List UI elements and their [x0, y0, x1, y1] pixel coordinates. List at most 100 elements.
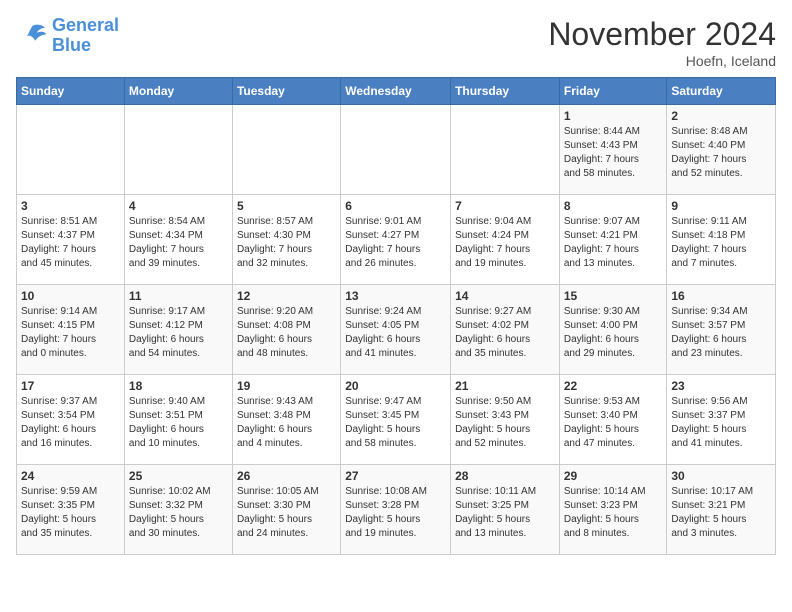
week-row-3: 17Sunrise: 9:37 AM Sunset: 3:54 PM Dayli… [17, 375, 776, 465]
calendar-cell: 25Sunrise: 10:02 AM Sunset: 3:32 PM Dayl… [124, 465, 232, 555]
calendar-cell: 27 Sunrise: 10:08 AM Sunset: 3:28 PM Dayl… [341, 465, 451, 555]
day-number: 5 [237, 199, 336, 213]
day-number: 17 [21, 379, 120, 393]
calendar-cell: 14Sunrise: 9:27 AM Sunset: 4:02 PM Dayli… [451, 285, 560, 375]
day-info: Sunrise: 9:56 AM Sunset: 3:37 PM Dayligh… [671, 395, 771, 451]
day-number: 8 [564, 199, 663, 213]
day-number: 22 [564, 379, 663, 393]
day-number: 29 [564, 469, 663, 483]
day-number: 9 [671, 199, 771, 213]
calendar-cell: 11 Sunrise: 9:17 AM Sunset: 4:12 PM Dayli… [124, 285, 232, 375]
week-row-2: 10Sunrise: 9:14 AM Sunset: 4:15 PM Dayli… [17, 285, 776, 375]
weekday-header-thursday: Thursday [451, 78, 560, 105]
day-number: 15 [564, 289, 663, 303]
weekday-header-friday: Friday [559, 78, 667, 105]
day-info: Sunrise: 9:17 AM Sunset: 4:12 PM Dayligh… [129, 305, 228, 361]
calendar-cell: 21 Sunrise: 9:50 AM Sunset: 3:43 PM Dayli… [451, 375, 560, 465]
day-info: Sunrise: 9:01 AM Sunset: 4:27 PM Dayligh… [345, 215, 446, 271]
day-number: 12 [237, 289, 336, 303]
weekday-header-wednesday: Wednesday [341, 78, 451, 105]
calendar-cell: 8 Sunrise: 9:07 AM Sunset: 4:21 PM Daylig… [559, 195, 667, 285]
calendar-cell: 9 Sunrise: 9:11 AM Sunset: 4:18 PM Daylig… [667, 195, 776, 285]
calendar-cell: 5 Sunrise: 8:57 AM Sunset: 4:30 PM Daylig… [232, 195, 340, 285]
calendar-cell: 1 Sunrise: 8:44 AM Sunset: 4:43 PM Daylig… [559, 105, 667, 195]
calendar-cell: 2 Sunrise: 8:48 AM Sunset: 4:40 PM Daylig… [667, 105, 776, 195]
day-number: 4 [129, 199, 228, 213]
day-info: Sunrise: 9:07 AM Sunset: 4:21 PM Dayligh… [564, 215, 663, 271]
calendar-cell [341, 105, 451, 195]
calendar-cell: 17Sunrise: 9:37 AM Sunset: 3:54 PM Dayli… [17, 375, 125, 465]
calendar-cell [124, 105, 232, 195]
logo-line2: Blue [52, 35, 91, 55]
day-info: Sunrise: 10:14 AM Sunset: 3:23 PM Daylig… [564, 485, 663, 541]
weekday-header-monday: Monday [124, 78, 232, 105]
calendar-cell: 26Sunrise: 10:05 AM Sunset: 3:30 PM Dayl… [232, 465, 340, 555]
day-number: 10 [21, 289, 120, 303]
day-number: 19 [237, 379, 336, 393]
day-info: Sunrise: 8:54 AM Sunset: 4:34 PM Dayligh… [129, 215, 228, 271]
logo: General Blue [16, 16, 119, 56]
day-info: Sunrise: 9:24 AM Sunset: 4:05 PM Dayligh… [345, 305, 446, 361]
location: Hoefn, Iceland [548, 53, 776, 69]
week-row-0: 1 Sunrise: 8:44 AM Sunset: 4:43 PM Daylig… [17, 105, 776, 195]
day-info: Sunrise: 10:02 AM Sunset: 3:32 PM Daylig… [129, 485, 228, 541]
week-row-1: 3 Sunrise: 8:51 AM Sunset: 4:37 PM Daylig… [17, 195, 776, 285]
day-info: Sunrise: 9:30 AM Sunset: 4:00 PM Dayligh… [564, 305, 663, 361]
calendar-cell: 29 Sunrise: 10:14 AM Sunset: 3:23 PM Dayl… [559, 465, 667, 555]
day-number: 2 [671, 109, 771, 123]
calendar-cell: 13 Sunrise: 9:24 AM Sunset: 4:05 PM Dayli… [341, 285, 451, 375]
day-number: 11 [129, 289, 228, 303]
day-number: 16 [671, 289, 771, 303]
day-info: Sunrise: 9:43 AM Sunset: 3:48 PM Dayligh… [237, 395, 336, 451]
calendar-cell: 16Sunrise: 9:34 AM Sunset: 3:57 PM Dayli… [667, 285, 776, 375]
weekday-header-row: SundayMondayTuesdayWednesdayThursdayFrid… [17, 78, 776, 105]
day-number: 7 [455, 199, 555, 213]
day-info: Sunrise: 9:04 AM Sunset: 4:24 PM Dayligh… [455, 215, 555, 271]
calendar-cell: 30 Sunrise: 10:17 AM Sunset: 3:21 PM Dayl… [667, 465, 776, 555]
calendar-cell: 23 Sunrise: 9:56 AM Sunset: 3:37 PM Dayli… [667, 375, 776, 465]
day-number: 6 [345, 199, 446, 213]
day-number: 1 [564, 109, 663, 123]
day-number: 13 [345, 289, 446, 303]
day-info: Sunrise: 9:53 AM Sunset: 3:40 PM Dayligh… [564, 395, 663, 451]
calendar-cell: 24Sunrise: 9:59 AM Sunset: 3:35 PM Dayli… [17, 465, 125, 555]
calendar-cell: 15 Sunrise: 9:30 AM Sunset: 4:00 PM Dayli… [559, 285, 667, 375]
weekday-header-saturday: Saturday [667, 78, 776, 105]
day-info: Sunrise: 9:50 AM Sunset: 3:43 PM Dayligh… [455, 395, 555, 451]
calendar-cell: 18Sunrise: 9:40 AM Sunset: 3:51 PM Dayli… [124, 375, 232, 465]
calendar-cell: 22 Sunrise: 9:53 AM Sunset: 3:40 PM Dayli… [559, 375, 667, 465]
day-number: 21 [455, 379, 555, 393]
calendar-cell: 28Sunrise: 10:11 AM Sunset: 3:25 PM Dayl… [451, 465, 560, 555]
calendar-cell [232, 105, 340, 195]
day-info: Sunrise: 9:47 AM Sunset: 3:45 PM Dayligh… [345, 395, 446, 451]
day-number: 18 [129, 379, 228, 393]
day-info: Sunrise: 8:48 AM Sunset: 4:40 PM Dayligh… [671, 125, 771, 181]
calendar-cell: 7 Sunrise: 9:04 AM Sunset: 4:24 PM Daylig… [451, 195, 560, 285]
day-info: Sunrise: 8:44 AM Sunset: 4:43 PM Dayligh… [564, 125, 663, 181]
calendar-cell: 3 Sunrise: 8:51 AM Sunset: 4:37 PM Daylig… [17, 195, 125, 285]
day-number: 20 [345, 379, 446, 393]
day-info: Sunrise: 10:17 AM Sunset: 3:21 PM Daylig… [671, 485, 771, 541]
calendar-cell: 4 Sunrise: 8:54 AM Sunset: 4:34 PM Daylig… [124, 195, 232, 285]
day-info: Sunrise: 9:20 AM Sunset: 4:08 PM Dayligh… [237, 305, 336, 361]
header: General Blue November 2024 Hoefn, Icelan… [16, 16, 776, 69]
day-number: 28 [455, 469, 555, 483]
day-number: 23 [671, 379, 771, 393]
title-block: November 2024 Hoefn, Iceland [548, 16, 776, 69]
day-number: 27 [345, 469, 446, 483]
calendar-table: SundayMondayTuesdayWednesdayThursdayFrid… [16, 77, 776, 555]
logo-icon [16, 20, 48, 52]
calendar-cell: 10Sunrise: 9:14 AM Sunset: 4:15 PM Dayli… [17, 285, 125, 375]
day-info: Sunrise: 8:57 AM Sunset: 4:30 PM Dayligh… [237, 215, 336, 271]
day-info: Sunrise: 9:11 AM Sunset: 4:18 PM Dayligh… [671, 215, 771, 271]
weekday-header-tuesday: Tuesday [232, 78, 340, 105]
day-info: Sunrise: 10:08 AM Sunset: 3:28 PM Daylig… [345, 485, 446, 541]
calendar-cell: 20 Sunrise: 9:47 AM Sunset: 3:45 PM Dayli… [341, 375, 451, 465]
day-info: Sunrise: 8:51 AM Sunset: 4:37 PM Dayligh… [21, 215, 120, 271]
calendar-cell [17, 105, 125, 195]
weekday-header-sunday: Sunday [17, 78, 125, 105]
day-number: 30 [671, 469, 771, 483]
day-number: 3 [21, 199, 120, 213]
day-info: Sunrise: 9:27 AM Sunset: 4:02 PM Dayligh… [455, 305, 555, 361]
calendar-cell: 12 Sunrise: 9:20 AM Sunset: 4:08 PM Dayli… [232, 285, 340, 375]
